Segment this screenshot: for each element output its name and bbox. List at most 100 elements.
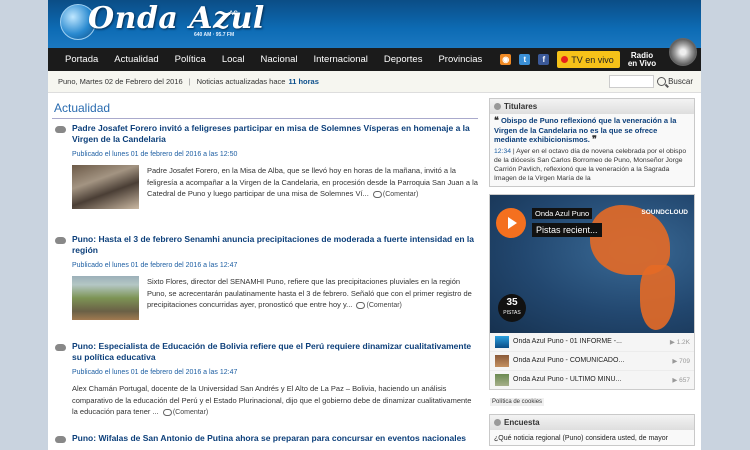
radio-live-link[interactable]: Radio en Vivo [627,51,657,68]
comment-icon [372,190,382,198]
article-excerpt-text: Alex Chamán Portugal, docente de la Univ… [72,384,472,416]
rss-icon[interactable]: ◉ [500,54,512,65]
track-thumbnail [495,335,509,348]
article-thumbnail[interactable] [72,276,139,320]
track-thumbnail [495,354,509,367]
titulares-box: Titulares ❝ Obispo de Puno reflexionó qu… [489,98,695,187]
date-bar: Puno, Martes 02 de Febrero del 2016 | No… [48,71,701,93]
nav-item-internacional[interactable]: Internacional [306,54,376,65]
headline-quote[interactable]: ❝ Obispo de Puno reflexionó que la vener… [490,114,694,147]
search-button-label: Buscar [668,77,693,86]
encuesta-title: Encuesta [504,418,540,427]
nav-item-politica[interactable]: Política [167,54,214,65]
track-row[interactable]: Onda Azul Puno - 01 INFORME -... ▶ 1.2K [490,333,694,352]
nav-item-actualidad[interactable]: Actualidad [106,54,166,65]
nav-item-provincias[interactable]: Provincias [430,54,490,65]
comment-label: (Comentar) [172,409,209,416]
article-date: Publicado el lunes 01 de febrero del 201… [72,369,238,376]
separator: | [188,77,191,86]
article: Puno: Hasta el 3 de febrero Senamhi anun… [52,234,478,341]
headline-summary: 12:34 | Ayer en el octavo día de novena … [490,147,694,186]
track-row[interactable]: Onda Azul Puno - COMUNICADO... ▶ 709 [490,352,694,371]
encuesta-header: Encuesta [490,415,694,430]
headline-text: | Ayer en el octavo día de novena celebr… [494,147,687,182]
tv-live-label: TV en vivo [571,54,614,65]
nav-item-deportes[interactable]: Deportes [376,54,431,65]
soundcloud-user[interactable]: Onda Azul Puno [532,207,593,219]
updated-label: Noticias actualizadas hace [196,77,286,86]
article: Puno: Wifalas de San Antonio de Putina a… [52,433,478,444]
main-content: Actualidad Padre Josafet Forero invitó a… [52,98,478,444]
comment-link[interactable]: (Comentar) [371,190,418,198]
article: Puno: Especialista de Educación de Boliv… [52,341,478,433]
soundcloud-logo[interactable]: SOUNDCLOUD [641,209,688,216]
current-date: Puno, Martes 02 de Febrero del 2016 [58,77,183,86]
article-title[interactable]: Puno: Hasta el 3 de febrero Senamhi anun… [72,234,478,256]
open-quote-icon: ❝ [494,115,499,125]
article-title[interactable]: Padre Josafet Forero invitó a feligreses… [72,123,478,145]
article-date: Publicado el lunes 01 de febrero del 201… [72,262,238,269]
track-count: 35 PISTAS [498,293,526,322]
comment-bubble-icon [55,436,66,443]
twitter-icon[interactable]: t [519,54,531,65]
logo-frequencies: 640 AM · 95.7 FM [194,32,235,38]
comment-bubble-icon [55,237,66,244]
play-button[interactable] [496,207,526,238]
track-title: Onda Azul Puno - 01 INFORME -... [513,338,622,345]
article-title[interactable]: Puno: Wifalas de San Antonio de Putina a… [72,433,478,444]
play-count: 1.2K [676,338,690,346]
updated-hours: 11 horas [288,77,319,86]
article-title[interactable]: Puno: Especialista de Educación de Boliv… [72,341,478,363]
speaker-icon[interactable] [669,38,697,66]
headline-time: 12:34 [494,147,512,155]
facebook-icon[interactable]: f [538,54,550,65]
nav-item-local[interactable]: Local [214,54,253,65]
soundcloud-set-title[interactable]: Pistas recient... [532,222,602,237]
track-count-label: PISTAS [503,309,521,316]
encuesta-icon [494,419,501,426]
comment-bubble-icon [55,344,66,351]
comment-link[interactable]: (Comentar) [354,301,402,309]
comment-link[interactable]: (Comentar) [161,408,209,416]
section-title: Actualidad [52,98,478,119]
article: Padre Josafet Forero invitó a feligreses… [52,123,478,234]
article-date: Publicado el lunes 01 de febrero del 201… [72,151,238,158]
search-box: Buscar [609,75,693,88]
nav-item-portada[interactable]: Portada [48,54,106,65]
play-count: 709 [679,357,690,365]
comment-bubble-icon [55,126,66,133]
site-logo[interactable]: Onda Azul [88,1,265,36]
radio-live-label-2: en Vivo [627,58,657,68]
logo-mark: AC [229,11,238,17]
track-thumbnail [495,373,509,386]
article-thumbnail[interactable] [72,165,139,209]
track-count-value: 35 [506,296,518,308]
encuesta-box: Encuesta ¿Qué noticia regional (Puno) co… [489,414,695,446]
cookies-link[interactable]: Política de cookies [490,398,545,406]
track-plays: ▶ 657 [672,376,690,384]
article-excerpt: Padre Josafet Forero, en la Misa de Alba… [147,165,478,209]
sidebar: Titulares ❝ Obispo de Puno reflexionó qu… [489,98,695,390]
page: Onda Azul AC 640 AM · 95.7 FM Portada Ac… [48,0,701,450]
article-excerpt: Sixto Flores, director del SENAMHI Puno,… [147,276,478,320]
headline-title[interactable]: Obispo de Puno reflexionó que la venerac… [494,116,676,144]
soundcloud-player: Onda Azul Puno Pistas recient... SOUNDCL… [489,193,695,390]
close-quote-icon: ❞ [591,134,597,144]
search-input[interactable] [609,75,655,88]
tv-live-button[interactable]: TV en vivo [557,51,620,68]
encuesta-question: ¿Qué noticia regional (Puno) considera u… [494,435,668,442]
comment-icon [162,408,172,416]
article-excerpt: Alex Chamán Portugal, docente de la Univ… [72,383,478,419]
titulares-header: Titulares [490,99,694,114]
play-count: 657 [679,376,690,384]
track-row[interactable]: Onda Azul Puno - ÚLTIMO MINU... ▶ 657 [490,371,694,389]
track-list: Onda Azul Puno - 01 INFORME -... ▶ 1.2K … [490,332,694,389]
track-title: Onda Azul Puno - ÚLTIMO MINU... [513,376,622,383]
track-plays: ▶ 709 [672,357,690,365]
nav-item-nacional[interactable]: Nacional [253,54,306,65]
article-excerpt-text: Padre Josafet Forero, en la Misa de Alba… [147,166,478,198]
search-button[interactable]: Buscar [657,77,693,86]
titulares-title: Titulares [504,102,538,111]
search-icon [657,77,667,86]
track-title: Onda Azul Puno - COMUNICADO... [513,357,625,364]
